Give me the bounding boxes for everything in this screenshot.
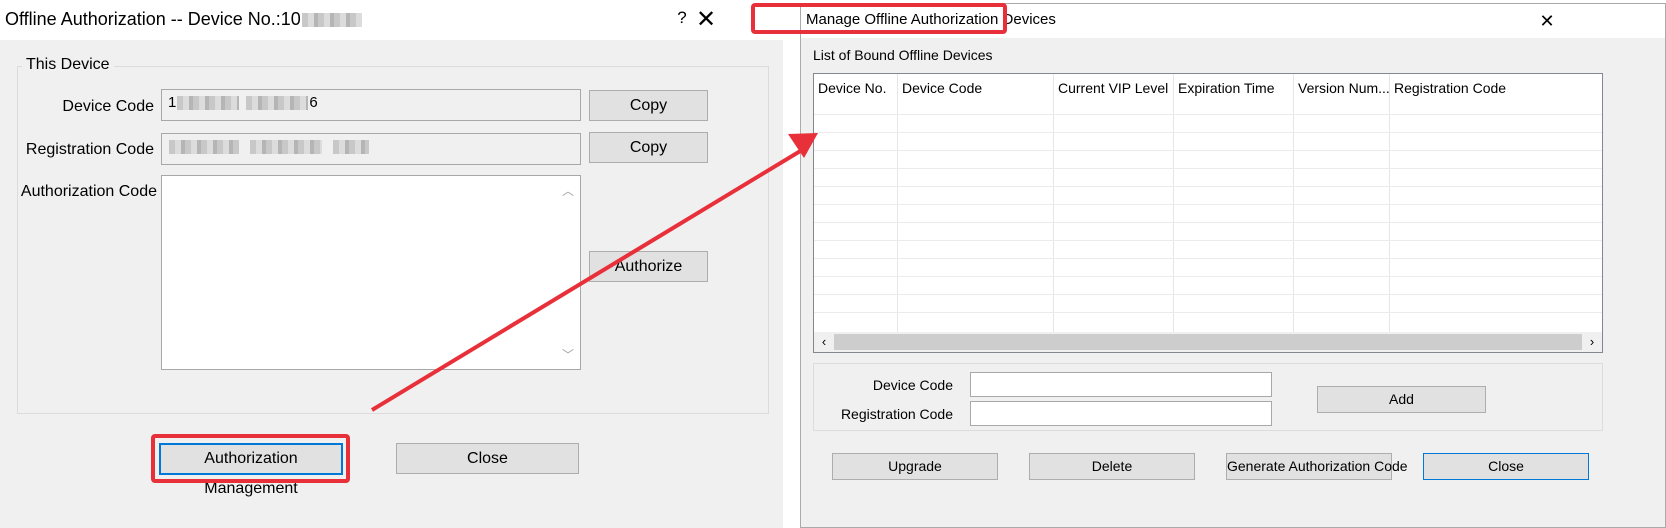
row-divider (814, 150, 1602, 151)
column-header-device-no[interactable]: Device No. (818, 80, 896, 96)
device-code-start: 1 (168, 94, 177, 111)
generate-authorization-code-button[interactable]: Generate Authorization Code (1226, 453, 1408, 480)
help-icon[interactable]: ? (672, 8, 692, 32)
dialog-title-text: Offline Authorization -- Device No.:10 (5, 9, 301, 29)
manage-offline-devices-dialog: Manage Offline Authorization Devices ✕ L… (800, 3, 1666, 528)
column-header-device-code[interactable]: Device Code (902, 80, 1052, 96)
group-label: This Device (22, 56, 114, 74)
row-divider (814, 114, 1602, 115)
add-button[interactable]: Add (1317, 386, 1486, 413)
redacted-text (169, 140, 239, 155)
close-icon[interactable]: ✕ (692, 8, 720, 32)
registration-code-label: Registration Code (840, 406, 953, 422)
row-divider (814, 186, 1602, 187)
row-divider (814, 276, 1602, 277)
column-header-version-num[interactable]: Version Num... (1298, 80, 1390, 96)
scroll-left-icon[interactable]: ‹ (816, 334, 832, 350)
close-button[interactable]: Close (1423, 453, 1589, 480)
device-code-label: Device Code (62, 98, 154, 115)
redacted-device-number (301, 13, 362, 28)
redacted-text (246, 96, 309, 111)
list-label: List of Bound Offline Devices (813, 47, 993, 63)
scrollbar-thumb[interactable] (834, 334, 1582, 350)
redacted-text (333, 140, 369, 155)
bound-devices-table[interactable]: Device No. Device Code Current VIP Level… (813, 73, 1603, 353)
delete-button[interactable]: Delete (1029, 453, 1195, 480)
authorization-code-label: Authorization Code (20, 183, 157, 200)
device-code-end: 6 (309, 94, 318, 111)
authorization-code-textarea[interactable] (161, 175, 581, 370)
row-divider (814, 222, 1602, 223)
device-code-input[interactable] (970, 372, 1272, 397)
registration-code-input[interactable] (970, 401, 1272, 426)
device-code-label: Device Code (872, 377, 953, 393)
offline-authorization-dialog: Offline Authorization -- Device No.:10 ?… (0, 0, 783, 528)
row-divider (814, 204, 1602, 205)
dialog-title: Offline Authorization -- Device No.:10 (5, 9, 363, 30)
column-header-expiration-time[interactable]: Expiration Time (1178, 80, 1292, 96)
device-code-field[interactable]: 16 (161, 89, 581, 121)
close-button[interactable]: Close (396, 443, 579, 474)
column-header-vip-level[interactable]: Current VIP Level (1058, 80, 1174, 96)
column-header-registration-code[interactable]: Registration Code (1394, 80, 1544, 96)
annotation-title-highlight (751, 3, 1007, 34)
scroll-right-icon[interactable]: › (1584, 334, 1600, 350)
copy-registration-code-button[interactable]: Copy (589, 132, 708, 163)
scroll-up-icon[interactable]: ︿ (559, 182, 577, 199)
row-divider (814, 240, 1602, 241)
registration-code-field[interactable] (161, 133, 581, 165)
close-icon[interactable]: ✕ (1537, 9, 1557, 33)
row-divider (814, 258, 1602, 259)
redacted-text (177, 96, 240, 111)
row-divider (814, 132, 1602, 133)
authorize-button[interactable]: Authorize (589, 251, 708, 282)
annotation-highlight-box (151, 434, 350, 483)
upgrade-button[interactable]: Upgrade (832, 453, 998, 480)
registration-code-label: Registration Code (25, 141, 154, 158)
redacted-text (250, 140, 322, 155)
row-divider (814, 312, 1602, 313)
scroll-down-icon[interactable]: ﹀ (559, 346, 577, 363)
row-divider (814, 168, 1602, 169)
row-divider (814, 294, 1602, 295)
copy-device-code-button[interactable]: Copy (589, 90, 708, 121)
